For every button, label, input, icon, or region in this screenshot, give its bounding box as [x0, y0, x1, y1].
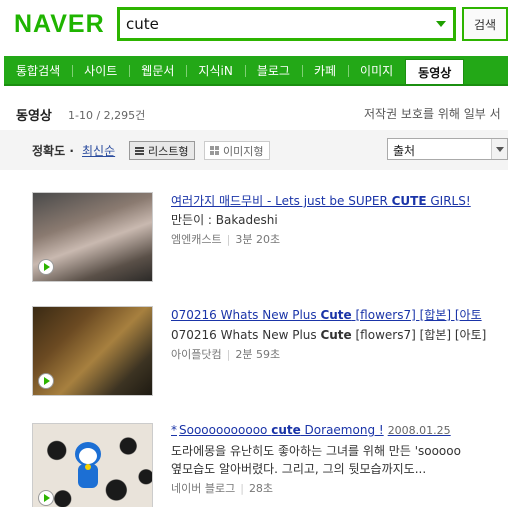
naver-logo[interactable]: NAVER — [14, 10, 105, 39]
video-thumbnail[interactable] — [32, 423, 153, 507]
title-highlight: cute — [271, 423, 301, 437]
tab-video[interactable]: 동영상 — [405, 59, 465, 84]
dropdown-arrow-icon[interactable] — [436, 21, 446, 27]
title-text: 070216 Whats New Plus — [171, 308, 321, 322]
play-icon[interactable] — [38, 373, 54, 389]
title-text-end: GIRLS! — [426, 194, 471, 208]
sort-separator: · — [69, 144, 74, 158]
list-icon — [135, 147, 144, 155]
play-icon[interactable] — [38, 259, 54, 275]
search-input[interactable]: cute — [126, 15, 159, 33]
doraemon-figure — [75, 442, 101, 492]
video-duration: 3분 20초 — [235, 233, 281, 246]
video-description: 만든이 : Bakadeshi — [171, 213, 278, 227]
video-duration: 28초 — [248, 482, 274, 495]
tab-site[interactable]: 사이트 — [72, 56, 129, 84]
video-meta: 아이플닷컴 | 2분 59초 — [171, 348, 281, 361]
section-title: 동영상 — [16, 109, 52, 124]
video-source[interactable]: 아이플닷컴 — [171, 348, 222, 361]
video-description: 도라에몽을 유난히도 좋아하는 그녀를 위해 만든 'sooooo — [171, 444, 461, 458]
copyright-notice: 저작권 보호를 위해 일부 서 — [364, 107, 501, 121]
desc-text: 070216 Whats New Plus — [171, 328, 321, 342]
title-highlight: CUTE — [391, 194, 427, 208]
title-text: Sooooooooooo — [179, 423, 272, 437]
tab-knowledge-in[interactable]: 지식iN — [186, 56, 244, 84]
title-highlight: Cute — [320, 308, 352, 322]
grid-icon — [210, 146, 219, 155]
tab-blog[interactable]: 블로그 — [244, 56, 302, 84]
desc-text-end: [flowers7] [합본] [아토] — [351, 328, 487, 342]
header: NAVER cute 검색 — [0, 0, 508, 55]
sort-accuracy[interactable]: 정확도 · — [32, 142, 74, 159]
result-count: 1-10 / 2,295건 — [68, 109, 146, 122]
title-text-end: [flowers7] [합본] [아토 — [351, 308, 482, 322]
video-meta: 엠엔캐스트 | 3분 20초 — [171, 233, 281, 246]
view-image-button[interactable]: 이미지형 — [204, 141, 271, 160]
tab-integrated[interactable]: 통합검색 — [4, 56, 72, 84]
star-icon: * — [171, 423, 177, 437]
video-duration: 2분 59초 — [235, 348, 281, 361]
sort-accuracy-label: 정확도 — [32, 144, 66, 158]
video-date: 2008.01.25 — [387, 424, 451, 437]
video-title-link[interactable]: 070216 Whats New Plus Cute [flowers7] [합… — [171, 306, 482, 323]
tab-cafe[interactable]: 카페 — [301, 56, 348, 84]
video-thumbnail[interactable] — [32, 192, 153, 282]
search-box[interactable]: cute — [117, 7, 456, 41]
video-meta: 네이버 블로그 | 28초 — [171, 482, 274, 495]
source-select[interactable]: 출처 — [387, 138, 508, 160]
play-icon[interactable] — [38, 490, 54, 506]
title-text-end: Doraemong ! — [300, 423, 384, 437]
view-list-button[interactable]: 리스트형 — [129, 141, 196, 160]
view-list-label: 리스트형 — [148, 144, 189, 158]
source-select-value: 출처 — [393, 144, 416, 158]
filter-bar: 정확도 · 최신순 리스트형 이미지형 출처 — [0, 130, 508, 170]
desc-highlight: Cute — [320, 328, 352, 342]
video-title-link[interactable]: * Sooooooooooo cute Doraemong ! 2008.01.25 — [171, 423, 451, 437]
view-image-label: 이미지형 — [223, 144, 264, 158]
video-title-link[interactable]: 여러가지 매드무비 - Lets just be SUPER CUTE GIRL… — [171, 192, 471, 209]
category-tabs: 통합검색 사이트 웹문서 지식iN 블로그 카페 이미지 동영상 — [4, 56, 508, 86]
tab-image[interactable]: 이미지 — [348, 56, 405, 84]
video-description-line2: 옆모습도 알아버렸다. 그리고, 그의 뒷모습까지도... — [171, 462, 427, 476]
video-source[interactable]: 엠엔캐스트 — [171, 233, 222, 246]
search-button[interactable]: 검색 — [462, 7, 508, 41]
video-thumbnail[interactable] — [32, 306, 153, 396]
sort-recent-link[interactable]: 최신순 — [82, 142, 115, 159]
title-text: 여러가지 매드무비 - Lets just be SUPER — [171, 194, 392, 208]
video-source[interactable]: 네이버 블로그 — [171, 482, 235, 495]
chevron-down-icon[interactable] — [491, 139, 507, 159]
video-description: 070216 Whats New Plus Cute [flowers7] [합… — [171, 326, 486, 343]
tab-web-docs[interactable]: 웹문서 — [129, 56, 186, 84]
